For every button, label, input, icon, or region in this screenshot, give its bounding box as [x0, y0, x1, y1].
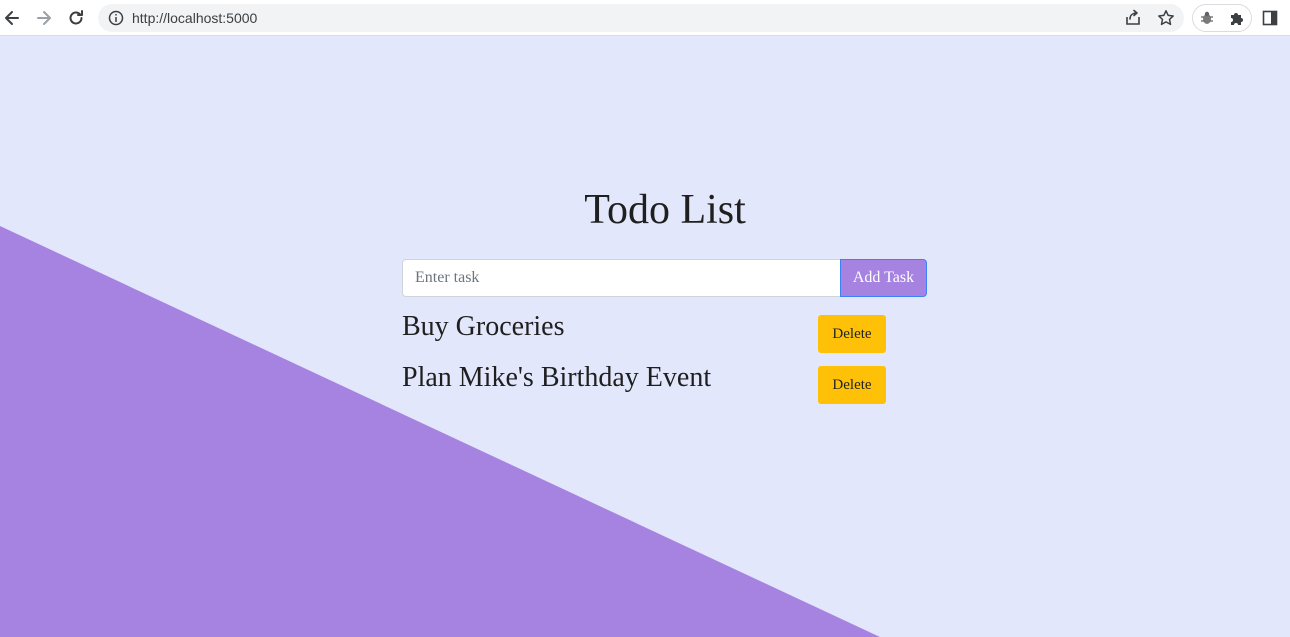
page-content: Todo List Add Task Buy Groceries Delete …	[0, 36, 1290, 637]
task-input[interactable]	[402, 259, 841, 297]
browser-toolbar: http://localhost:5000	[0, 0, 1290, 36]
side-panel-icon	[1262, 10, 1278, 26]
url-text: http://localhost:5000	[132, 10, 258, 26]
extensions-pill	[1192, 4, 1252, 32]
forward-button[interactable]	[32, 6, 56, 30]
add-task-button[interactable]: Add Task	[840, 259, 927, 297]
puzzle-icon[interactable]	[1228, 9, 1246, 27]
task-text: Buy Groceries	[402, 311, 565, 342]
page-title: Todo List	[584, 187, 746, 233]
side-panel-button[interactable]	[1258, 6, 1282, 30]
bug-icon[interactable]	[1199, 10, 1215, 26]
arrow-left-icon	[5, 11, 19, 25]
share-icon[interactable]	[1124, 9, 1142, 27]
reload-button[interactable]	[64, 6, 88, 30]
star-icon[interactable]	[1157, 9, 1175, 27]
back-button[interactable]	[0, 6, 24, 30]
list-item: Buy Groceries Delete	[402, 311, 886, 355]
address-bar[interactable]: http://localhost:5000	[98, 4, 1184, 32]
reload-icon	[69, 10, 83, 25]
arrow-right-icon	[37, 11, 51, 25]
delete-button[interactable]: Delete	[818, 366, 886, 404]
list-item: Plan Mike's Birthday Event Delete	[402, 362, 886, 406]
task-text: Plan Mike's Birthday Event	[402, 362, 712, 393]
info-icon	[108, 10, 124, 26]
delete-button[interactable]: Delete	[818, 315, 886, 353]
